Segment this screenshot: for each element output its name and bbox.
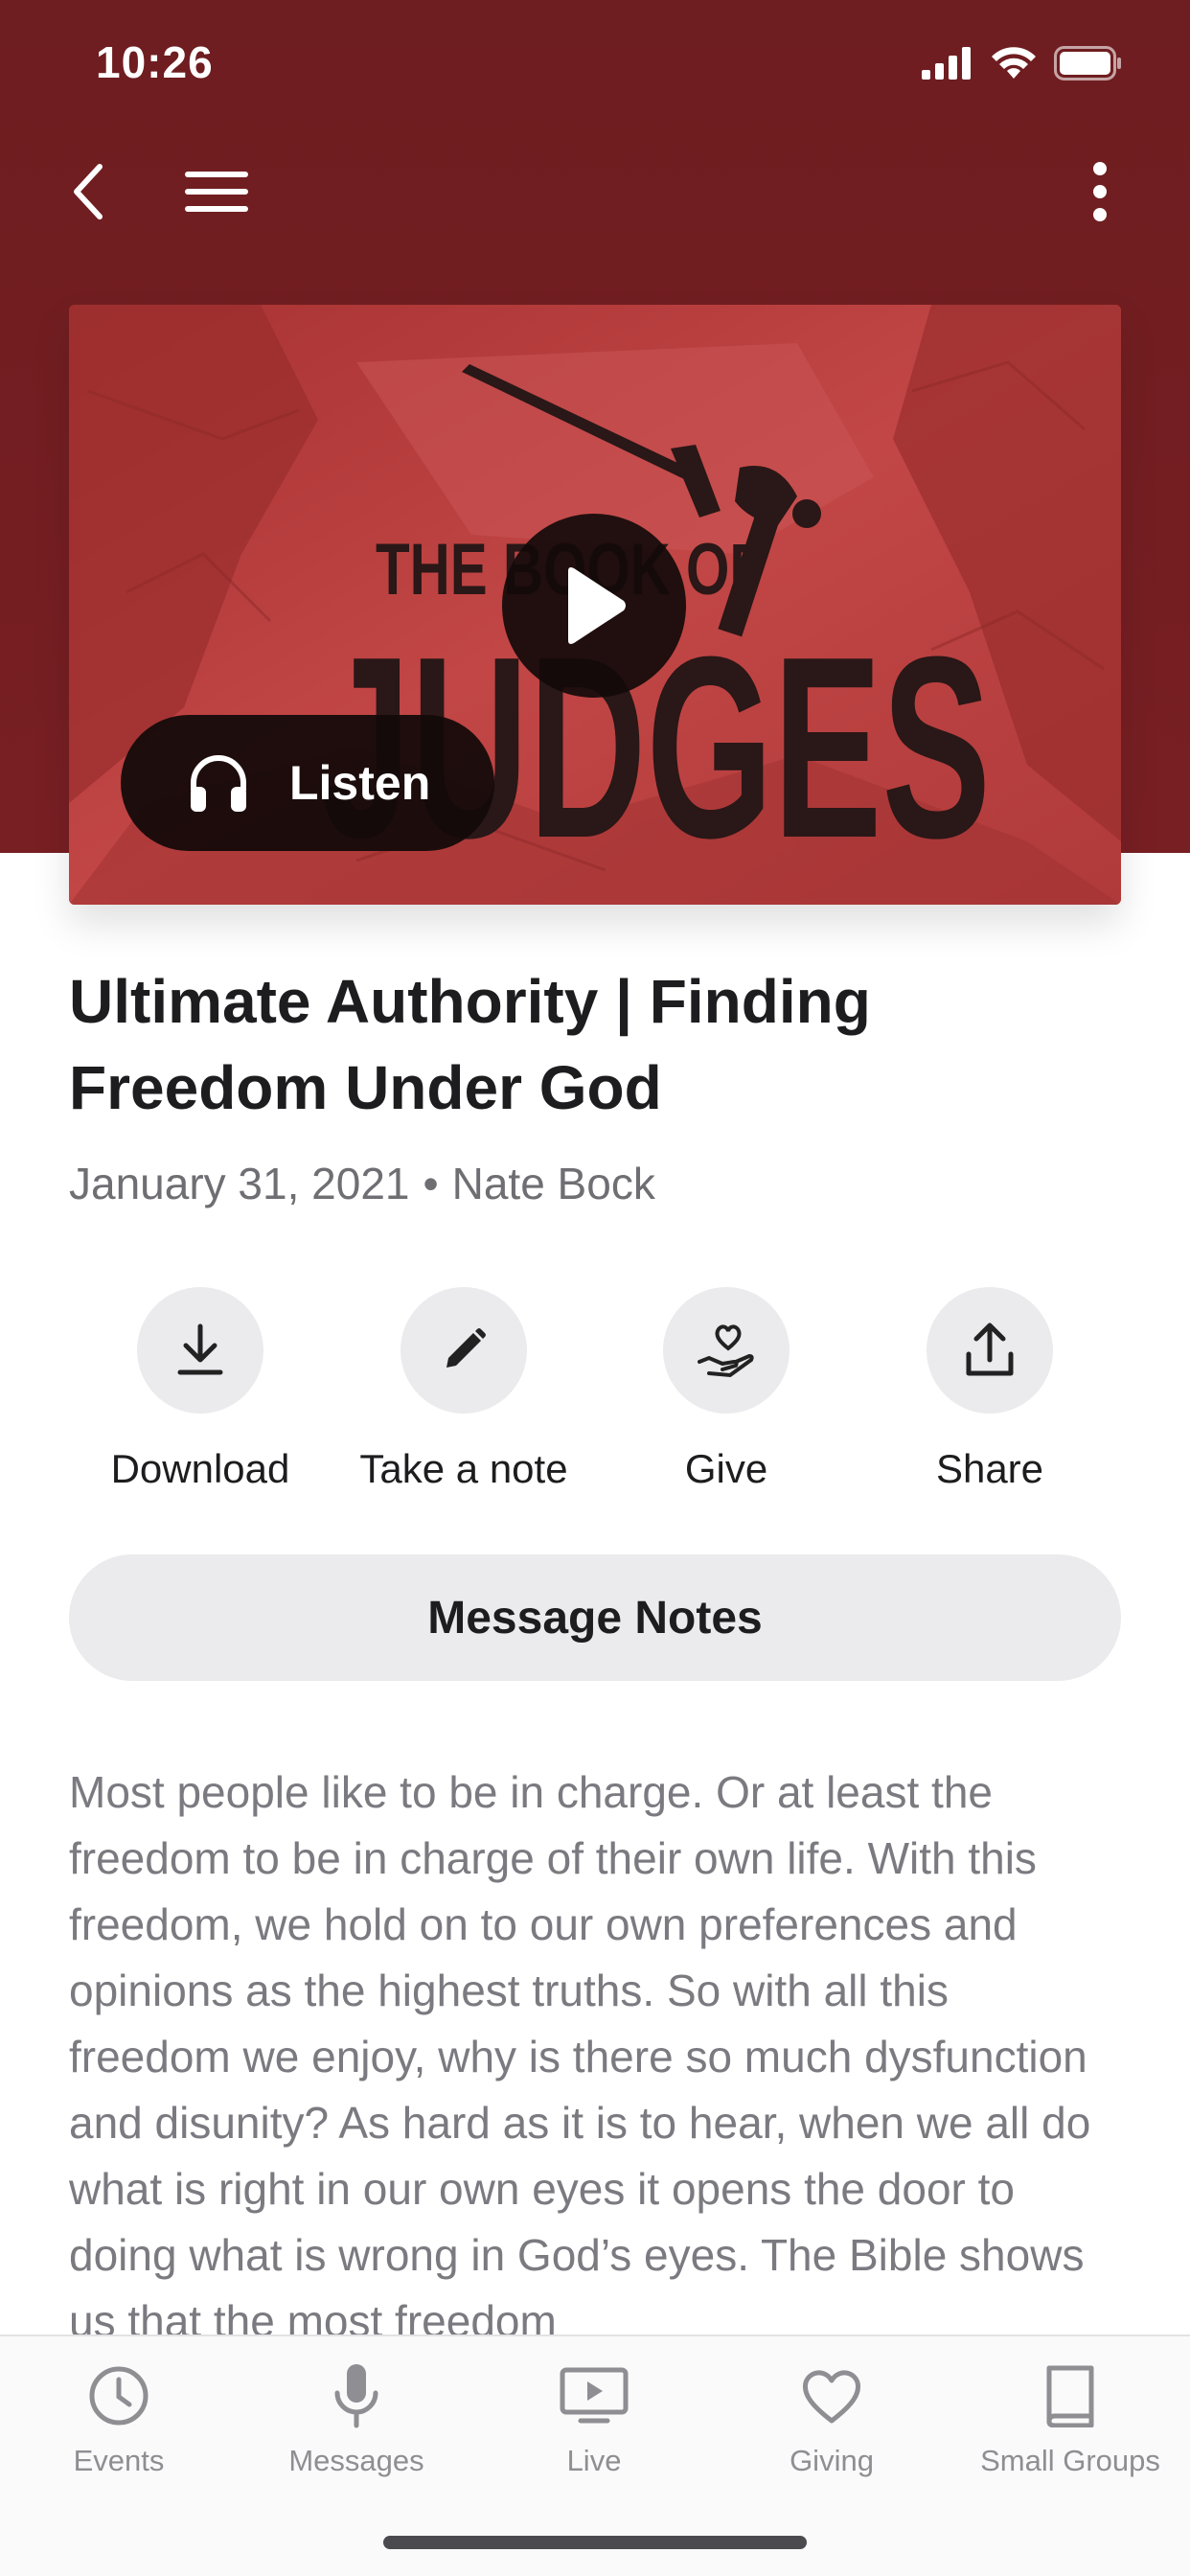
action-row: Download Take a note Give Share — [69, 1284, 1121, 1495]
tv-play-icon — [560, 2367, 629, 2424]
headphones-icon — [191, 755, 246, 812]
sermon-speaker: Nate Bock — [451, 1159, 655, 1208]
hamburger-menu-icon — [185, 172, 248, 212]
tab-live[interactable]: Live — [475, 2358, 713, 2492]
share-label: Share — [935, 1446, 1044, 1491]
tab-giving[interactable]: Giving — [713, 2358, 950, 2492]
message-notes-button[interactable]: Message Notes — [69, 1554, 1121, 1681]
download-circle[interactable] — [137, 1287, 263, 1414]
download-button[interactable]: Download — [69, 1284, 332, 1495]
give-circle[interactable] — [663, 1287, 790, 1414]
microphone-icon — [334, 2364, 378, 2428]
download-icon — [177, 1323, 223, 1375]
cellular-signal-icon — [922, 47, 971, 80]
sermon-meta: January 31, 2021 • Nate Bock — [69, 1158, 655, 1209]
chevron-left-icon — [74, 164, 103, 219]
sermon-artwork[interactable]: THE BOOK OF JUDGES Listen — [69, 305, 1121, 905]
play-button[interactable] — [502, 514, 686, 698]
give-heart-hand-icon — [698, 1324, 754, 1378]
navigation-bar — [0, 144, 1190, 240]
more-options-button[interactable] — [1062, 153, 1138, 230]
heart-icon — [802, 2370, 861, 2424]
sermon-description: Most people like to be in charge. Or at … — [69, 1767, 1091, 2334]
status-bar: 10:26 — [0, 0, 1190, 134]
pencil-icon — [446, 1328, 486, 1368]
share-button[interactable]: Share — [858, 1284, 1121, 1495]
sermon-title: Ultimate Authority | Finding Freedom Und… — [69, 967, 871, 1122]
tab-messages-label: Messages — [288, 2444, 424, 2477]
share-circle[interactable] — [927, 1287, 1053, 1414]
battery-icon — [1054, 46, 1121, 80]
give-label: Give — [684, 1446, 768, 1491]
more-vertical-icon — [1093, 162, 1107, 221]
tab-live-label: Live — [566, 2444, 622, 2477]
tab-small-groups-label: Small Groups — [980, 2444, 1160, 2477]
sermon-date: January 31, 2021 — [69, 1159, 410, 1208]
meta-separator: • — [423, 1159, 439, 1208]
tab-giving-label: Giving — [790, 2444, 874, 2477]
menu-button[interactable] — [178, 153, 255, 230]
play-icon — [568, 567, 626, 644]
take-a-note-label: Take a note — [359, 1446, 568, 1491]
listen-button[interactable]: Listen — [121, 715, 494, 851]
status-icons — [922, 46, 1123, 80]
clock-icon — [89, 2366, 149, 2426]
download-label: Download — [110, 1446, 290, 1491]
listen-label: Listen — [289, 756, 431, 810]
take-a-note-button[interactable]: Take a note — [332, 1284, 595, 1495]
home-indicator[interactable] — [383, 2536, 807, 2549]
share-icon — [966, 1322, 1014, 1376]
tab-events-label: Events — [73, 2444, 165, 2477]
tab-events[interactable]: Events — [0, 2358, 238, 2492]
take-a-note-circle[interactable] — [400, 1287, 527, 1414]
tab-messages[interactable]: Messages — [238, 2358, 475, 2492]
tab-small-groups[interactable]: Small Groups — [950, 2358, 1190, 2492]
book-icon — [1046, 2365, 1094, 2427]
give-button[interactable]: Give — [595, 1284, 858, 1495]
wifi-icon — [992, 47, 1036, 79]
status-time: 10:26 — [96, 37, 214, 87]
back-button[interactable] — [50, 153, 126, 230]
